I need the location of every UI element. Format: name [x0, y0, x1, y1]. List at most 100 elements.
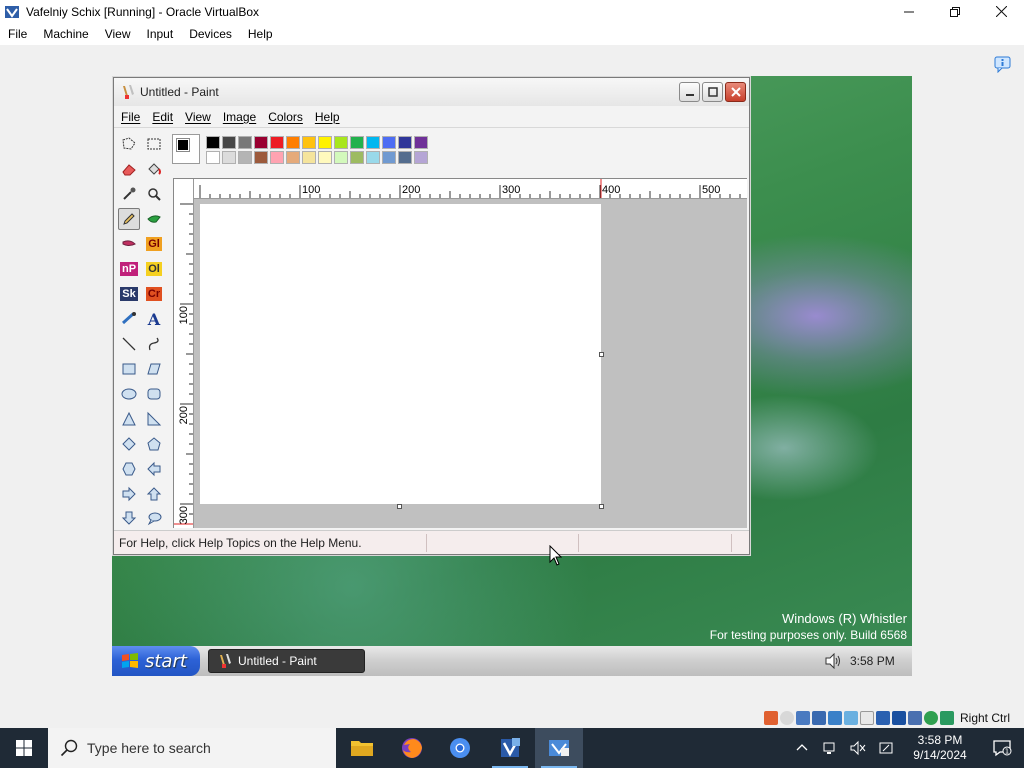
resize-handle-bottom[interactable]	[397, 504, 402, 509]
triangle-tool[interactable]	[118, 408, 140, 430]
eraser-tool[interactable]	[118, 158, 140, 180]
arrow-down-tool[interactable]	[118, 507, 140, 529]
palette-swatch[interactable]	[366, 151, 380, 164]
resize-handle-right[interactable]	[599, 352, 604, 357]
host-menu-view[interactable]: View	[97, 27, 139, 41]
palette-swatch[interactable]	[238, 151, 252, 164]
taskbar-vm-window[interactable]	[535, 728, 583, 768]
pencil-tool[interactable]	[118, 208, 140, 230]
palette-swatch[interactable]	[414, 151, 428, 164]
paint-close-button[interactable]	[725, 82, 746, 102]
taskbar-file-explorer[interactable]	[338, 728, 386, 768]
ellipse-tool[interactable]	[118, 383, 140, 405]
gl-tool[interactable]: Gl	[143, 233, 165, 255]
taskbar-virtualbox[interactable]	[486, 728, 534, 768]
paint-menu-edit[interactable]: Edit	[147, 110, 178, 124]
host-close-button[interactable]	[978, 0, 1024, 23]
palette-swatch[interactable]	[382, 151, 396, 164]
taskbar-firefox[interactable]	[388, 728, 436, 768]
paint-minimize-button[interactable]	[679, 82, 700, 102]
display-icon[interactable]	[860, 711, 874, 725]
drawing-canvas[interactable]	[200, 204, 601, 504]
host-maximize-button[interactable]	[932, 0, 978, 23]
rounded-rect-tool[interactable]	[143, 383, 165, 405]
palette-swatch[interactable]	[222, 151, 236, 164]
current-colors[interactable]	[172, 134, 200, 164]
palette-swatch[interactable]	[206, 136, 220, 149]
windows-start-button[interactable]	[0, 728, 48, 768]
host-menu-help[interactable]: Help	[240, 27, 281, 41]
palette-swatch[interactable]	[270, 136, 284, 149]
arrow-up-tool[interactable]	[143, 483, 165, 505]
cr-tool[interactable]: Cr	[143, 283, 165, 305]
fill-tool[interactable]	[143, 158, 165, 180]
host-minimize-button[interactable]	[886, 0, 932, 23]
text-tool[interactable]: A	[143, 308, 165, 330]
speaker-icon[interactable]	[824, 653, 842, 669]
optical-drive-icon[interactable]	[780, 711, 794, 725]
palette-swatch[interactable]	[318, 136, 332, 149]
keyboard-icon[interactable]	[908, 711, 922, 725]
palette-swatch[interactable]	[318, 151, 332, 164]
ol-tool[interactable]: Ol	[143, 258, 165, 280]
volume-muted-icon[interactable]	[850, 740, 866, 756]
brush-tool[interactable]	[143, 208, 165, 230]
palette-swatch[interactable]	[366, 136, 380, 149]
drag-drop-icon[interactable]	[892, 711, 906, 725]
palette-swatch[interactable]	[302, 136, 316, 149]
paint-menu-help[interactable]: Help	[310, 110, 345, 124]
diamond-tool[interactable]	[118, 433, 140, 455]
usb-icon[interactable]	[828, 711, 842, 725]
canvas-viewport[interactable]: 100 200 300 400 500 100 200 300	[173, 178, 747, 528]
host-menu-input[interactable]: Input	[139, 27, 182, 41]
paint-menu-file[interactable]: File	[116, 110, 145, 124]
np-tool[interactable]: nP	[118, 258, 140, 280]
polygon-tool[interactable]	[143, 358, 165, 380]
palette-swatch[interactable]	[302, 151, 316, 164]
palette-swatch[interactable]	[270, 151, 284, 164]
color-picker-tool[interactable]	[118, 183, 140, 205]
palette-swatch[interactable]	[398, 136, 412, 149]
palette-swatch[interactable]	[334, 151, 348, 164]
taskbar-search-box[interactable]: Type here to search	[48, 728, 336, 768]
mouse-integration-icon[interactable]	[924, 711, 938, 725]
palette-swatch[interactable]	[350, 151, 364, 164]
palette-swatch[interactable]	[398, 151, 412, 164]
paint-maximize-button[interactable]	[702, 82, 723, 102]
host-menu-devices[interactable]: Devices	[181, 27, 240, 41]
guest-start-button[interactable]: start	[112, 646, 200, 676]
recording-icon[interactable]	[876, 711, 890, 725]
network-icon[interactable]	[812, 711, 826, 725]
palette-swatch[interactable]	[206, 151, 220, 164]
paint-menu-colors[interactable]: Colors	[263, 110, 308, 124]
arrow-right-tool[interactable]	[118, 483, 140, 505]
palette-swatch[interactable]	[334, 136, 348, 149]
palette-swatch[interactable]	[414, 136, 428, 149]
host-menu-machine[interactable]: Machine	[35, 27, 96, 41]
host-menu-file[interactable]: File	[0, 27, 35, 41]
rect-select-tool[interactable]	[143, 133, 165, 155]
smudge-tool[interactable]	[118, 308, 140, 330]
paint-menu-image[interactable]: Image	[218, 110, 261, 124]
chevron-up-icon[interactable]	[794, 740, 810, 756]
right-triangle-tool[interactable]	[143, 408, 165, 430]
arrow-left-tool[interactable]	[143, 458, 165, 480]
paint-titlebar[interactable]: Untitled - Paint	[114, 78, 749, 106]
magnifier-tool[interactable]	[143, 183, 165, 205]
palette-swatch[interactable]	[254, 136, 268, 149]
palette-swatch[interactable]	[286, 151, 300, 164]
free-select-tool[interactable]	[118, 133, 140, 155]
rectangle-tool[interactable]	[118, 358, 140, 380]
hexagon-tool[interactable]	[118, 458, 140, 480]
pentagon-tool[interactable]	[143, 433, 165, 455]
palette-swatch[interactable]	[286, 136, 300, 149]
palette-swatch[interactable]	[350, 136, 364, 149]
curve-tool[interactable]	[143, 333, 165, 355]
palette-swatch[interactable]	[382, 136, 396, 149]
network-icon[interactable]	[822, 740, 838, 756]
audio-icon[interactable]	[796, 711, 810, 725]
taskbar-item-paint[interactable]: Untitled - Paint	[208, 649, 365, 673]
paint-menu-view[interactable]: View	[180, 110, 216, 124]
virtualization-icon[interactable]	[940, 711, 954, 725]
pen-workspace-icon[interactable]	[878, 740, 894, 756]
